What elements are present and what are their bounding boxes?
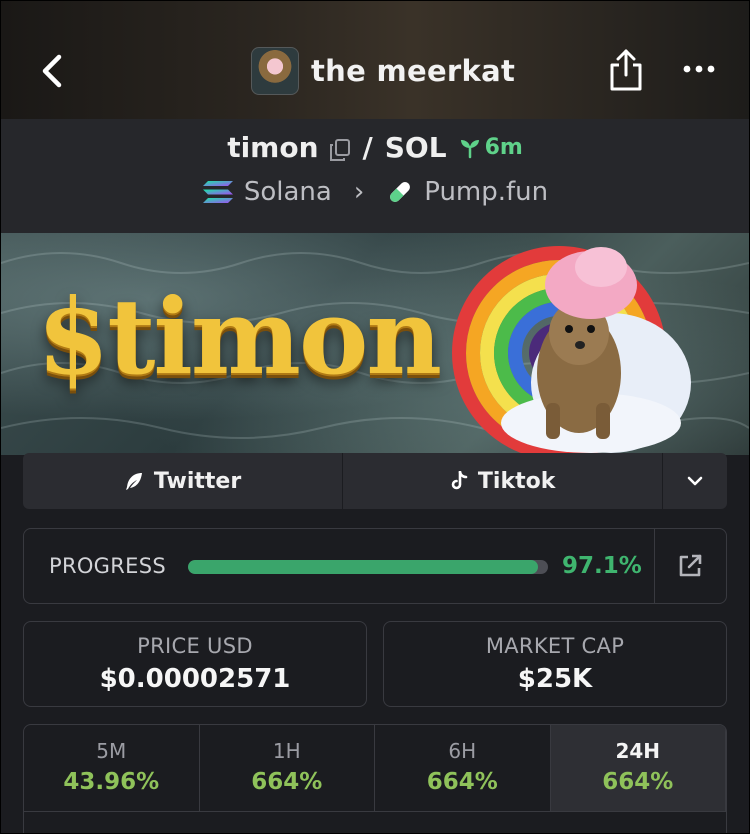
timeframe-1h[interactable]: 1H 664%	[200, 725, 375, 811]
progress-bar-fill	[188, 560, 538, 574]
twitter-button[interactable]: Twitter	[23, 453, 344, 509]
tiktok-button[interactable]: Tiktok	[343, 453, 664, 509]
timeframe-5m[interactable]: 5M 43.96%	[24, 725, 200, 811]
twitter-label: Twitter	[153, 468, 242, 494]
copy-icon[interactable]	[329, 136, 351, 161]
chevron-left-icon	[42, 54, 62, 88]
pair-row: timon / SOL 6m	[1, 131, 749, 164]
timeframe-label: 6H	[448, 739, 477, 763]
token-banner: $timon	[1, 233, 749, 455]
timeframe-label: 24H	[615, 739, 661, 763]
market-cap-label: MARKET CAP	[485, 634, 625, 658]
progress-label: PROGRESS	[49, 554, 166, 578]
timeframe-change: 664%	[602, 769, 674, 795]
pair-separator: /	[362, 131, 373, 164]
dex-name[interactable]: Pump.fun	[424, 177, 548, 207]
token-avatar	[251, 47, 299, 95]
timeframe-change: 43.96%	[63, 769, 160, 795]
top-bar: the meerkat	[1, 1, 749, 119]
chevron-right-icon: ›	[353, 177, 365, 207]
divider	[654, 529, 655, 603]
quote-symbol: SOL	[384, 131, 447, 164]
chain-row: Solana › Pump.fun	[1, 177, 749, 207]
share-button[interactable]	[606, 47, 646, 93]
more-button[interactable]	[679, 57, 719, 81]
external-link-icon	[679, 554, 702, 577]
market-cap-card: MARKET CAP $25K	[383, 621, 727, 707]
more-horizontal-icon	[683, 65, 715, 73]
divider	[24, 811, 726, 812]
price-usd-label: PRICE USD	[137, 634, 253, 658]
app-frame: the meerkat timon / SOL 6m Solana › Pump…	[0, 0, 750, 834]
back-button[interactable]	[33, 45, 73, 97]
solana-icon	[202, 181, 233, 203]
pair-age: 6m	[459, 135, 523, 160]
timeframe-6h[interactable]: 6H 664%	[375, 725, 551, 811]
chain-name[interactable]: Solana	[244, 177, 332, 207]
meerkat-float-illustration	[452, 246, 691, 455]
pill-icon	[390, 182, 411, 202]
social-links: Twitter Tiktok	[23, 453, 727, 509]
share-icon	[610, 49, 642, 91]
timeframe-label: 5M	[96, 739, 127, 763]
price-usd-value: $0.00002571	[99, 664, 291, 694]
bonding-progress: PROGRESS 97.1%	[23, 528, 727, 604]
timeframe-change: 664%	[251, 769, 323, 795]
timeframe-24h[interactable]: 24H 664%	[550, 725, 726, 811]
sprout-icon	[460, 139, 479, 158]
timeframe-change: 664%	[426, 769, 498, 795]
token-title: the meerkat	[251, 45, 515, 97]
pair-age-text: 6m	[484, 135, 523, 160]
progress-bar	[188, 560, 548, 574]
base-symbol: timon	[227, 131, 319, 164]
tiktok-label: Tiktok	[477, 468, 556, 494]
chevron-down-icon	[687, 476, 703, 486]
progress-value: 97.1%	[562, 553, 642, 579]
market-cap-value: $25K	[517, 664, 593, 694]
timeframe-changes: 5M 43.96% 1H 664% 6H 664% 24H 664%	[23, 724, 727, 833]
social-expand-button[interactable]	[663, 453, 727, 509]
timeframe-label: 1H	[272, 739, 301, 763]
price-usd-card: PRICE USD $0.00002571	[23, 621, 367, 707]
feather-icon	[125, 473, 142, 490]
banner-title: $timon	[37, 275, 442, 398]
page-title: the meerkat	[311, 54, 516, 88]
open-external-button[interactable]	[676, 552, 704, 580]
tiktok-icon	[451, 471, 468, 490]
